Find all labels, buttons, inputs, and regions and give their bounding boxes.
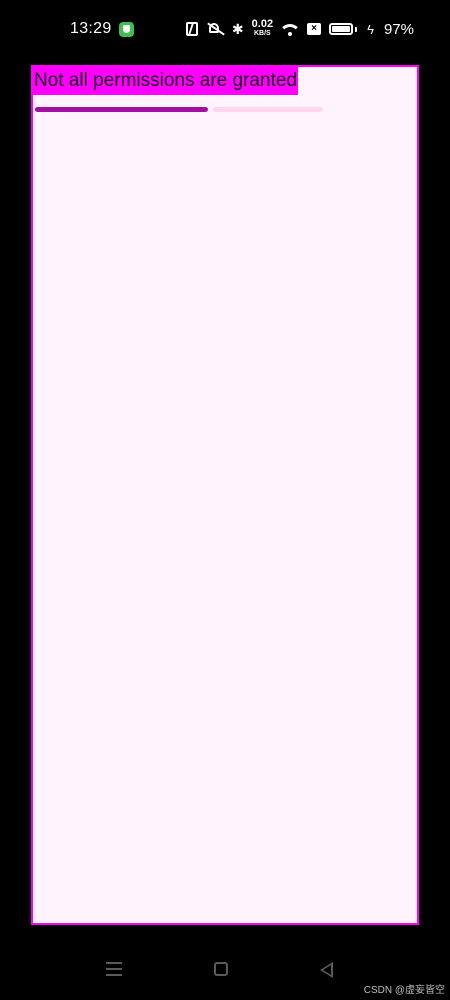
nfc-icon	[185, 22, 198, 36]
net-speed-value: 0.02	[251, 18, 274, 30]
home-icon[interactable]	[214, 962, 228, 976]
battery-icon	[329, 23, 358, 35]
net-speed-unit: KB/S	[254, 30, 271, 37]
permission-warning-banner: Not all permissions are granted	[33, 67, 298, 95]
bluetooth-icon: ✱	[231, 20, 244, 37]
battery-tip	[355, 26, 358, 32]
progress-indicator	[35, 107, 323, 112]
watermark: CSDN @虚妄皆空	[363, 985, 445, 996]
progress-fill	[35, 107, 208, 112]
app-content-frame: Not all permissions are granted	[31, 65, 419, 925]
status-time: 13:29	[70, 20, 112, 37]
charging-bolt-icon: ϟ	[367, 21, 374, 37]
status-icons: ✱ 0.02 KB/S × ϟ 97%	[185, 18, 414, 38]
mute-icon	[206, 22, 224, 36]
net-speed: 0.02 KB/S	[251, 18, 274, 38]
battery-body	[329, 23, 354, 35]
battery-percent: 97%	[383, 20, 414, 38]
menu-icon[interactable]	[106, 962, 122, 976]
app-shield-icon	[119, 22, 134, 37]
battery-fill	[332, 26, 350, 32]
sim-icon: ×	[307, 23, 322, 35]
status-bar: 13:29 ✱ 0.02 KB/S × ϟ 97%	[0, 0, 450, 60]
progress-track	[213, 107, 323, 112]
wifi-icon	[281, 22, 300, 36]
back-icon[interactable]	[320, 962, 333, 978]
phone-screen: 13:29 ✱ 0.02 KB/S × ϟ 97% Not all permis…	[0, 0, 450, 1000]
